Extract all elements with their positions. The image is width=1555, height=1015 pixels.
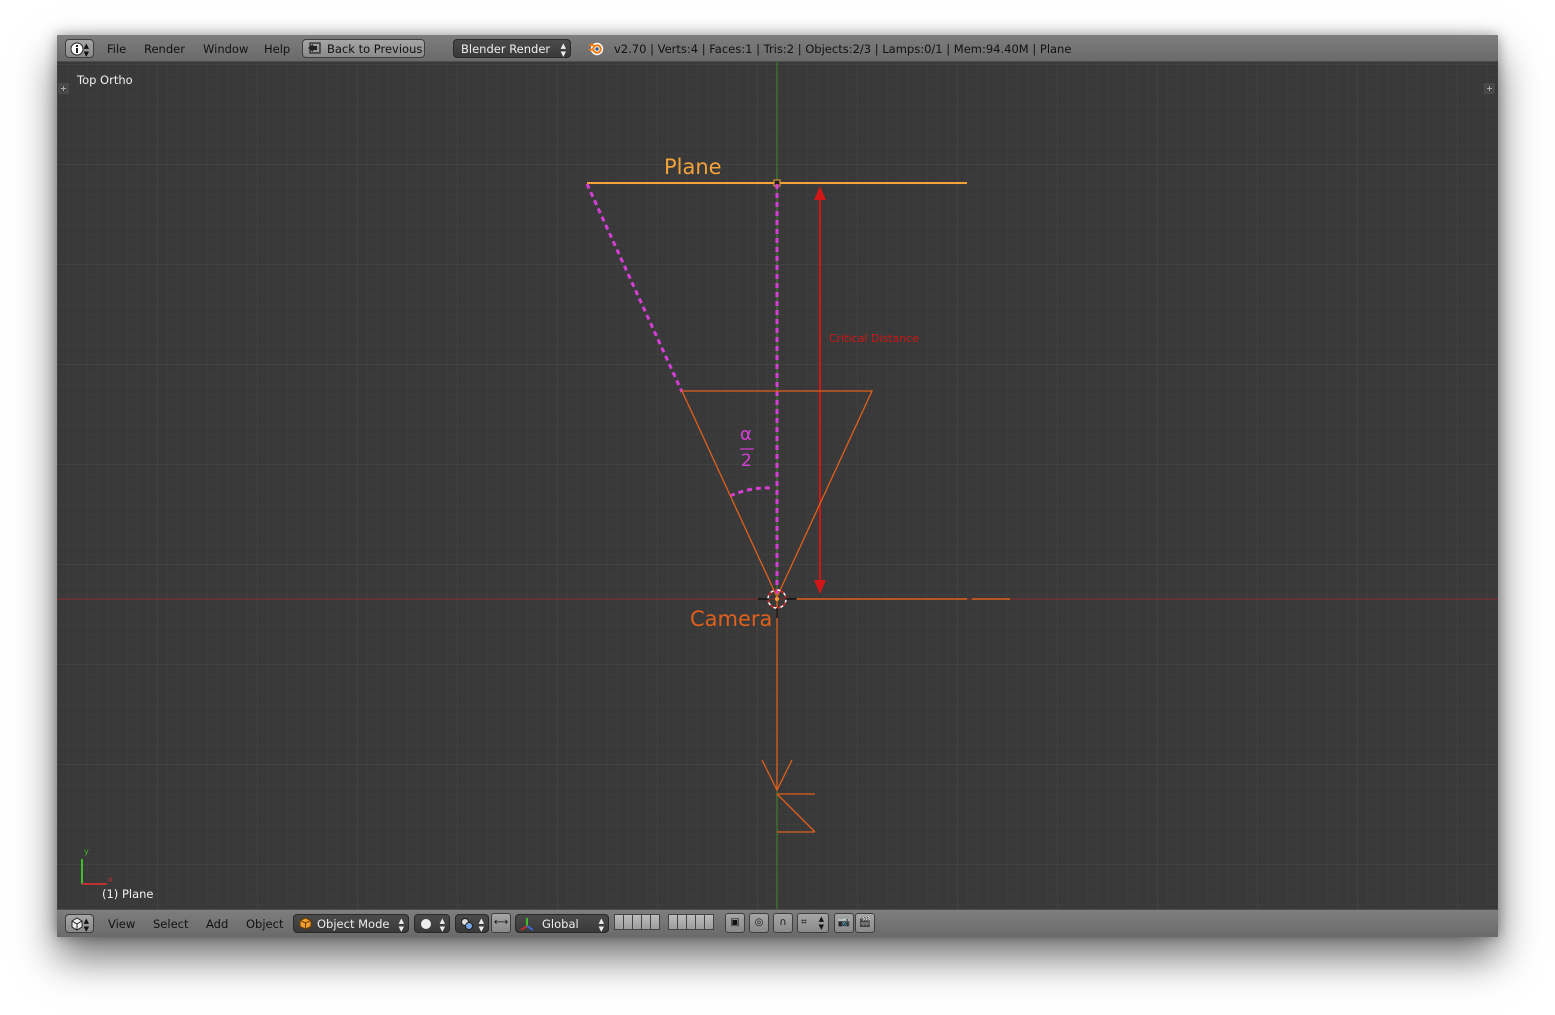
menu-file[interactable]: File (107, 42, 126, 56)
chevron-updown-icon: ▲ ▼ (398, 917, 404, 933)
view-name-label: Top Ortho (77, 73, 133, 87)
info-icon (70, 42, 84, 56)
scene-statistics: v2.70 | Verts:4 | Faces:1 | Tris:2 | Obj… (614, 42, 1072, 56)
angle-numerator: α (740, 424, 752, 445)
menu-select[interactable]: Select (153, 917, 188, 931)
snap-element-select[interactable]: ⌗ ▲ ▼ (797, 913, 829, 933)
cube-icon (71, 917, 83, 931)
manipulator-toggle-icon[interactable]: ⟷ (491, 913, 511, 933)
opengl-animation-icon[interactable]: 🎬 (855, 913, 875, 933)
chevron-updown-icon: ▲ ▼ (83, 42, 89, 58)
area-split-widget-left[interactable] (58, 83, 69, 94)
gizmo-y-label: y (84, 847, 89, 856)
layers-group-a[interactable] (614, 914, 660, 932)
menu-render[interactable]: Render (144, 42, 185, 56)
back-to-previous-label: Back to Previous (327, 42, 423, 56)
plane-label: Plane (664, 155, 722, 179)
snap-toggle-icon[interactable]: ∩ (773, 913, 793, 933)
pivot-point-select[interactable]: ▲ ▼ (455, 914, 489, 933)
transform-orientation-value: Global (542, 917, 579, 931)
chevron-updown-icon: ▲ ▼ (478, 917, 484, 933)
editor-type-selector[interactable]: ▲ ▼ (65, 39, 94, 58)
angle-denominator: 2 (741, 451, 752, 471)
3d-view-header: ▲ ▼ View Select Add Object Object Mode ▲ ▼… (57, 909, 1498, 937)
3d-viewport[interactable]: Top Ortho (1) Plane y x Plane Camera Cri… (57, 62, 1498, 909)
interaction-mode-select[interactable]: Object Mode ▲ ▼ (293, 914, 409, 933)
viewport-shading-select[interactable]: ▲ ▼ (414, 914, 450, 933)
menu-help[interactable]: Help (264, 42, 290, 56)
blender-window: ▲ ▼ File Render Window Help Back to Previ… (57, 35, 1498, 937)
menu-add[interactable]: Add (206, 917, 228, 931)
render-engine-value: Blender Render (461, 42, 551, 56)
back-icon (308, 42, 321, 54)
snap-increment-icon: ⌗ (801, 917, 807, 928)
object-mode-icon (299, 917, 312, 930)
chevron-updown-icon: ▲ ▼ (598, 917, 604, 933)
lock-layers-icon[interactable]: ▣ (725, 913, 745, 933)
chevron-updown-icon: ▲ ▼ (439, 917, 445, 933)
layers-group-b[interactable] (668, 914, 714, 932)
area-split-widget-right[interactable] (1484, 83, 1495, 94)
proportional-edit-icon[interactable]: ◎ (749, 913, 769, 933)
critical-distance-label: Critical Distance (829, 332, 920, 345)
blender-logo-icon (588, 42, 604, 56)
chevron-updown-icon: ▲ ▼ (560, 42, 566, 58)
menu-window[interactable]: Window (203, 42, 248, 56)
chevron-updown-icon: ▲ ▼ (818, 915, 824, 931)
viewport-canvas[interactable] (57, 62, 1498, 909)
info-header: ▲ ▼ File Render Window Help Back to Previ… (57, 35, 1498, 62)
render-engine-select[interactable]: Blender Render ▲ ▼ (453, 39, 571, 58)
editor-type-selector-3d[interactable]: ▲ ▼ (65, 914, 94, 933)
chevron-updown-icon: ▲ ▼ (83, 917, 89, 933)
transform-orientation-select[interactable]: Global ▲ ▼ (515, 914, 609, 933)
opengl-render-icon[interactable]: 📷 (834, 913, 854, 933)
menu-view[interactable]: View (108, 917, 135, 931)
solid-shading-icon (421, 919, 431, 929)
back-to-previous-button[interactable]: Back to Previous (302, 39, 425, 58)
transform-axes-icon (520, 918, 534, 931)
menu-object[interactable]: Object (246, 917, 283, 931)
interaction-mode-value: Object Mode (317, 917, 390, 931)
pivot-point-icon (461, 918, 473, 930)
gizmo-x-label: x (108, 875, 113, 884)
active-object-label: (1) Plane (102, 887, 154, 901)
camera-label: Camera (690, 607, 773, 631)
